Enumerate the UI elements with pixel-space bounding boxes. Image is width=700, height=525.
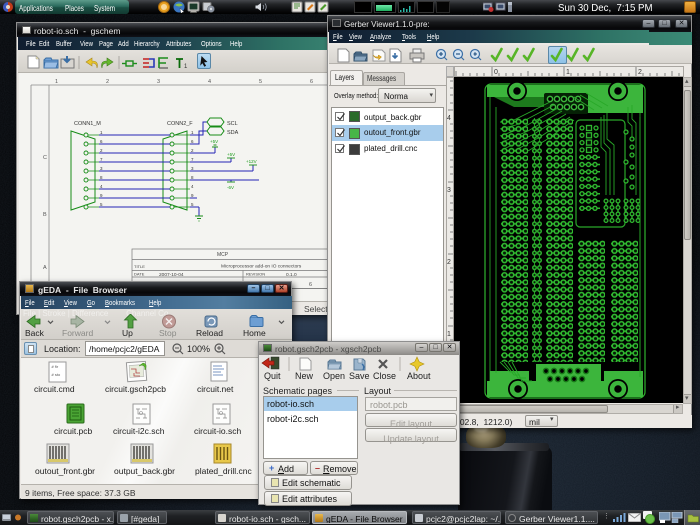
svg-text:REVISION: REVISION <box>246 272 265 277</box>
svg-text:8: 8 <box>100 175 103 180</box>
svg-text:DATE: DATE <box>134 272 145 277</box>
svg-text:2: 2 <box>447 259 451 266</box>
svg-text:7: 7 <box>100 157 103 162</box>
svg-text:2: 2 <box>638 69 642 76</box>
svg-text:1: 1 <box>55 79 58 85</box>
svg-text:1: 1 <box>184 64 188 70</box>
svg-text:3: 3 <box>100 166 103 171</box>
svg-text:5: 5 <box>259 79 262 85</box>
svg-text:4: 4 <box>447 115 451 122</box>
svg-text:SDA: SDA <box>227 130 239 136</box>
svg-text:2: 2 <box>100 148 103 153</box>
svg-text:2007-10-04: 2007-10-04 <box>159 272 184 278</box>
svg-text:1: 1 <box>447 331 451 338</box>
svg-text:1: 1 <box>566 69 570 76</box>
svg-text:7: 7 <box>191 157 194 162</box>
svg-text:6: 6 <box>191 139 194 144</box>
svg-text:+5V: +5V <box>210 139 218 144</box>
svg-text:CONN1_M: CONN1_M <box>74 121 101 127</box>
svg-text:4: 4 <box>100 184 103 189</box>
svg-text:-6V: -6V <box>227 185 234 190</box>
svg-text:3: 3 <box>447 187 451 194</box>
svg-text:6: 6 <box>100 139 103 144</box>
svg-text:9: 9 <box>191 193 194 198</box>
svg-text:5: 5 <box>191 202 194 207</box>
svg-text:+12V: +12V <box>246 159 257 164</box>
svg-text:0: 0 <box>494 69 498 76</box>
svg-text:8: 8 <box>191 175 194 180</box>
svg-text:# fir: # fir <box>52 364 59 369</box>
svg-text:A: A <box>43 265 47 271</box>
svg-text:CONN2_F: CONN2_F <box>167 121 193 127</box>
svg-text:B: B <box>43 212 47 218</box>
svg-text:2: 2 <box>191 148 194 153</box>
svg-text:9: 9 <box>100 193 103 198</box>
svg-text:6: 6 <box>309 282 312 288</box>
svg-text:5: 5 <box>100 202 103 207</box>
svg-text:+5V: +5V <box>227 152 235 157</box>
svg-text:2: 2 <box>106 79 109 85</box>
svg-text:0.1.0: 0.1.0 <box>286 272 297 278</box>
svg-text:1: 1 <box>191 130 194 135</box>
svg-text:MCP: MCP <box>217 252 229 258</box>
svg-text:3: 3 <box>191 166 194 171</box>
svg-text:Microprocessor add-on IO conne: Microprocessor add-on IO connectors <box>221 264 302 270</box>
svg-text:4: 4 <box>208 79 211 85</box>
svg-text:1: 1 <box>100 130 103 135</box>
svg-text:# sto: # sto <box>52 372 61 377</box>
svg-text:4: 4 <box>191 184 194 189</box>
svg-text:6: 6 <box>310 79 313 85</box>
svg-text:TITLE: TITLE <box>134 264 145 269</box>
svg-text:3: 3 <box>157 79 160 85</box>
svg-text:SCL: SCL <box>227 121 238 127</box>
svg-text:C: C <box>43 155 47 161</box>
